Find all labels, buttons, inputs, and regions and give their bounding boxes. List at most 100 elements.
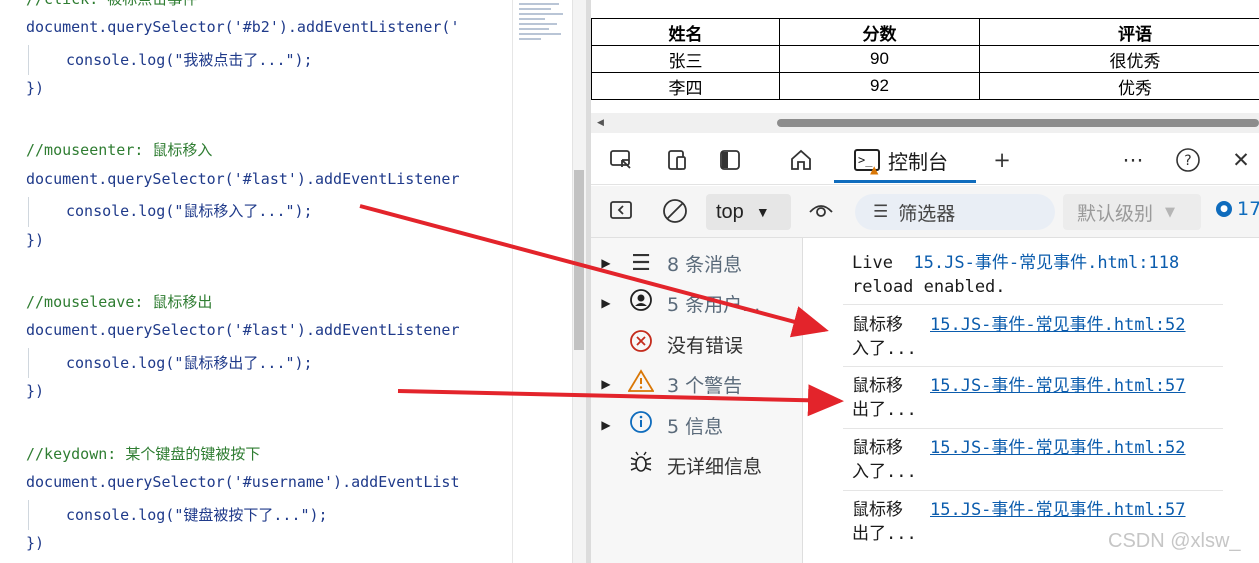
issue-message-icon: ●	[1216, 201, 1232, 217]
message-text: reload enabled.	[852, 277, 1006, 297]
filter-icon: ☰	[873, 202, 889, 222]
sidebar-toggle-icon[interactable]	[716, 146, 744, 174]
table-cell: 优秀	[979, 72, 1259, 100]
sidebar-item-user-messages[interactable]: ▶ 5 条用户...	[591, 283, 803, 323]
message-text: 鼠标移	[852, 438, 903, 458]
dropdown-arrow-icon: ▼	[755, 204, 770, 220]
welcome-home-icon[interactable]	[787, 146, 815, 174]
sidebar-item-label: 3 个警告	[667, 374, 743, 397]
sidebar-item-label: 无详细信息	[667, 455, 763, 478]
add-tab-icon[interactable]: +	[988, 146, 1016, 174]
expand-arrow-icon[interactable]: ▶	[591, 256, 621, 270]
score-table: 姓名 分数 评语 张三 90 很优秀 李四 92 优秀	[591, 18, 1259, 100]
context-value: top	[716, 200, 744, 223]
filter-input[interactable]: ☰ 筛选器	[855, 194, 1055, 230]
code-comment: //mouseenter: 鼠标移入	[26, 141, 213, 159]
message-source-link[interactable]: 15.JS-事件-常见事件.html:57	[930, 376, 1186, 396]
clear-console-icon[interactable]	[662, 198, 688, 230]
message-source-link[interactable]: 15.JS-事件-常见事件.html:52	[930, 438, 1186, 458]
sidebar-item-label: 8 条消息	[667, 253, 743, 276]
console-icon: >_ ▲	[854, 149, 880, 178]
info-icon	[621, 410, 661, 440]
code-brace: })	[26, 231, 45, 249]
code-line: document.querySelector('#username').addE…	[26, 473, 460, 491]
message-text: 鼠标移	[852, 376, 903, 396]
live-expression-eye-icon[interactable]	[807, 198, 835, 228]
issues-counter[interactable]: ● 17	[1216, 198, 1259, 220]
message-source-link[interactable]: 15.JS-事件-常见事件.html:52	[930, 315, 1186, 335]
expand-arrow-icon[interactable]: ▶	[591, 418, 621, 432]
indent-guide	[28, 500, 29, 530]
column-header: 评语	[979, 18, 1259, 46]
code-line: console.log("鼠标移入了...");	[66, 202, 313, 220]
indent-guide	[28, 45, 29, 75]
log-level-select[interactable]: 默认级别 ▼	[1063, 194, 1201, 230]
sidebar-item-messages[interactable]: ▶ ☰ 8 条消息	[591, 243, 803, 283]
sidebar-item-label: 5 条用户...	[667, 293, 761, 316]
code-line: console.log("我被点击了...");	[66, 51, 313, 69]
help-icon[interactable]: ?	[1174, 146, 1202, 174]
console-message: 鼠标移 15.JS-事件-常见事件.html:57 出了...	[852, 374, 1224, 422]
dropdown-arrow-icon: ▼	[1165, 204, 1176, 220]
code-line: document.querySelector('#b2').addEventLi…	[26, 18, 460, 36]
code-brace: })	[26, 534, 45, 552]
code-line: document.querySelector('#last').addEvent…	[26, 170, 460, 188]
expand-arrow-icon[interactable]: ▶	[591, 296, 621, 310]
svg-text:?: ?	[1184, 153, 1191, 169]
more-options-icon[interactable]: ⋯	[1119, 146, 1147, 174]
inspect-element-icon[interactable]	[607, 146, 635, 174]
browser-pane: 姓名 分数 评语 张三 90 很优秀 李四 92 优秀 ◀ >_ ▲ 控制台 + …	[591, 0, 1259, 563]
bug-icon	[621, 450, 661, 480]
tab-console[interactable]: >_ ▲ 控制台	[834, 140, 976, 183]
sidebar-item-errors[interactable]: 没有错误	[591, 324, 803, 364]
context-select[interactable]: top ▼	[706, 194, 791, 230]
warning-icon	[621, 369, 661, 399]
message-source-link[interactable]: 15.JS-事件-常见事件.html:118	[913, 253, 1179, 273]
table-cell: 张三	[591, 45, 780, 73]
error-icon	[621, 329, 661, 359]
warning-badge-icon: ▲	[870, 162, 879, 178]
column-header: 姓名	[591, 18, 780, 46]
device-emulation-icon[interactable]	[663, 146, 691, 174]
table-cell: 很优秀	[979, 45, 1259, 73]
code-comment: //mouseleave: 鼠标移出	[26, 293, 213, 311]
console-message-live-reload: Live 15.JS-事件-常见事件.html:118 reload enabl…	[852, 251, 1224, 299]
message-text: 入了...	[852, 339, 917, 359]
sidebar-item-verbose[interactable]: 无详细信息	[591, 445, 803, 485]
editor-minimap[interactable]	[512, 0, 572, 563]
page-scroll-thumb[interactable]	[777, 119, 1259, 127]
message-source-link[interactable]: 15.JS-事件-常见事件.html:57	[930, 500, 1186, 520]
tab-console-label: 控制台	[888, 149, 948, 174]
table-cell: 李四	[591, 72, 780, 100]
code-brace: })	[26, 79, 45, 97]
expand-arrow-icon[interactable]: ▶	[591, 377, 621, 391]
table-row: 张三 90 很优秀	[591, 45, 1259, 73]
indent-guide	[28, 197, 29, 227]
message-text: 出了...	[852, 400, 917, 420]
table-cell: 90	[779, 45, 980, 73]
close-icon[interactable]: ✕	[1227, 146, 1255, 174]
sidebar-item-info[interactable]: ▶ 5 信息	[591, 405, 803, 445]
code-comment: //click: 被标点击事件	[26, 0, 197, 9]
sidebar-show-icon[interactable]	[609, 198, 633, 228]
issue-count-value: 17	[1237, 198, 1259, 220]
editor-scroll-thumb[interactable]	[574, 170, 584, 350]
column-header: 分数	[779, 18, 980, 46]
sidebar-item-label: 没有错误	[667, 334, 744, 357]
table-header-row: 姓名 分数 评语	[591, 18, 1259, 46]
console-message: 鼠标移 15.JS-事件-常见事件.html:52 入了...	[852, 436, 1224, 484]
list-icon: ☰	[631, 250, 651, 276]
user-icon	[621, 288, 661, 318]
code-editor[interactable]: //click: 被标点击事件 document.querySelector('…	[0, 0, 512, 563]
watermark: CSDN @xlsw_	[1108, 530, 1241, 552]
console-message: 鼠标移 15.JS-事件-常见事件.html:52 入了...	[852, 313, 1224, 361]
message-text: 鼠标移	[852, 315, 903, 335]
scroll-left-arrow-icon[interactable]: ◀	[597, 118, 604, 128]
code-line: document.querySelector('#last').addEvent…	[26, 321, 460, 339]
message-text: 出了...	[852, 524, 917, 544]
indent-guide	[28, 348, 29, 378]
code-brace: })	[26, 382, 45, 400]
message-text: 鼠标移	[852, 500, 903, 520]
code-line: console.log("鼠标移出了...");	[66, 354, 313, 372]
sidebar-item-warnings[interactable]: ▶ 3 个警告	[591, 364, 803, 404]
